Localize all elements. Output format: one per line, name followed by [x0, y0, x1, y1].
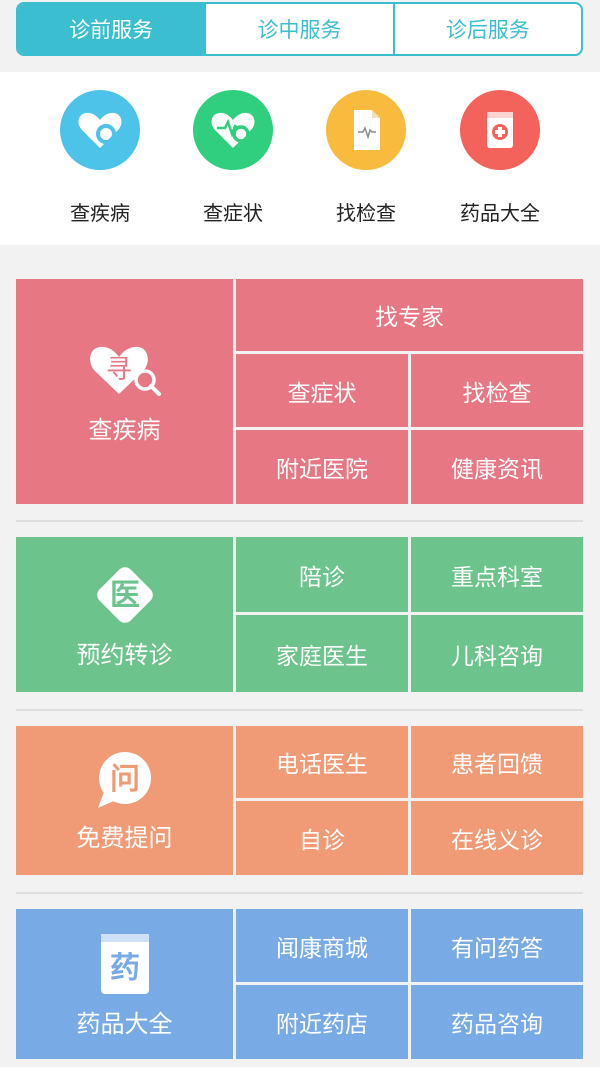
nearby-pharmacy-tile[interactable]: 附近药店 [236, 985, 408, 1059]
quick-item-symptom[interactable]: 查症状 [173, 90, 293, 226]
ask-main-label: 免费提问 [76, 824, 173, 852]
referral-main-label: 预约转诊 [76, 641, 173, 669]
drugs-section: 药 药品大全 闻康商城 有问药答 附近药店 药品咨询 [16, 909, 583, 1059]
check-symptom-tile[interactable]: 查症状 [236, 354, 408, 427]
quick-label: 查症状 [203, 201, 263, 225]
medicine-book-icon [460, 90, 540, 170]
drugs-main-tile[interactable]: 药 药品大全 [16, 909, 233, 1059]
section-divider [16, 709, 583, 711]
svg-text:医: 医 [110, 578, 140, 613]
ask-section: 问 免费提问 电话医生 患者回馈 自诊 在线义诊 [16, 726, 583, 875]
drug-consult-tile[interactable]: 药品咨询 [411, 985, 583, 1059]
svg-text:药: 药 [110, 951, 140, 986]
section-divider [16, 520, 583, 522]
heart-search-icon: 寻 [89, 346, 161, 396]
disease-main-label: 查疾病 [88, 416, 161, 444]
question-bubble-icon: 问 [97, 752, 151, 808]
self-diagnosis-tile[interactable]: 自诊 [236, 801, 408, 875]
tab-pre-diagnosis[interactable]: 诊前服务 [18, 4, 205, 54]
medicine-book-icon: 药 [100, 933, 149, 994]
hospital-diamond-icon: 医 [96, 567, 153, 623]
referral-section: 医 预约转诊 陪诊 重点科室 家庭医生 儿科咨询 [16, 537, 583, 692]
drug-qa-tile[interactable]: 有问药答 [411, 909, 583, 982]
quick-item-medicine[interactable]: 药品大全 [440, 90, 560, 226]
heart-search-icon [60, 90, 140, 170]
tab-in-diagnosis[interactable]: 诊中服务 [204, 4, 392, 54]
online-free-clinic-tile[interactable]: 在线义诊 [411, 801, 583, 875]
find-exam-tile[interactable]: 找检查 [411, 354, 583, 427]
phone-doctor-tile[interactable]: 电话医生 [236, 726, 408, 798]
svg-text:问: 问 [110, 762, 140, 797]
family-doctor-tile[interactable]: 家庭医生 [236, 615, 408, 692]
pulse-heart-search-icon [193, 90, 273, 170]
key-department-tile[interactable]: 重点科室 [411, 537, 583, 612]
svg-text:寻: 寻 [105, 355, 131, 385]
quick-item-exam[interactable]: 找检查 [306, 90, 426, 226]
disease-main-tile[interactable]: 寻 查疾病 [16, 279, 233, 504]
document-pulse-icon [326, 90, 406, 170]
pediatric-consult-tile[interactable]: 儿科咨询 [411, 615, 583, 692]
quick-label: 找检查 [336, 201, 396, 225]
nearby-hospital-tile[interactable]: 附近医院 [236, 430, 408, 504]
quick-access-panel: 查疾病 查症状 找检查 药品大全 [0, 72, 600, 245]
companion-visit-tile[interactable]: 陪诊 [236, 537, 408, 612]
tab-post-diagnosis[interactable]: 诊后服务 [392, 4, 581, 54]
health-news-tile[interactable]: 健康资讯 [411, 430, 583, 504]
section-divider [16, 892, 583, 894]
quick-label: 查疾病 [70, 201, 130, 225]
disease-section: 寻 查疾病 找专家 查症状 找检查 附近医院 健康资讯 [16, 279, 583, 504]
drugs-main-label: 药品大全 [76, 1009, 173, 1038]
quick-label: 药品大全 [460, 201, 540, 225]
quick-item-disease[interactable]: 查疾病 [40, 90, 160, 226]
referral-main-tile[interactable]: 医 预约转诊 [16, 537, 233, 692]
service-tabs: 诊前服务 诊中服务 诊后服务 [16, 2, 583, 56]
patient-feedback-tile[interactable]: 患者回馈 [411, 726, 583, 798]
ask-main-tile[interactable]: 问 免费提问 [16, 726, 233, 875]
wenkang-mall-tile[interactable]: 闻康商城 [236, 909, 408, 982]
find-expert-tile[interactable]: 找专家 [236, 279, 583, 351]
